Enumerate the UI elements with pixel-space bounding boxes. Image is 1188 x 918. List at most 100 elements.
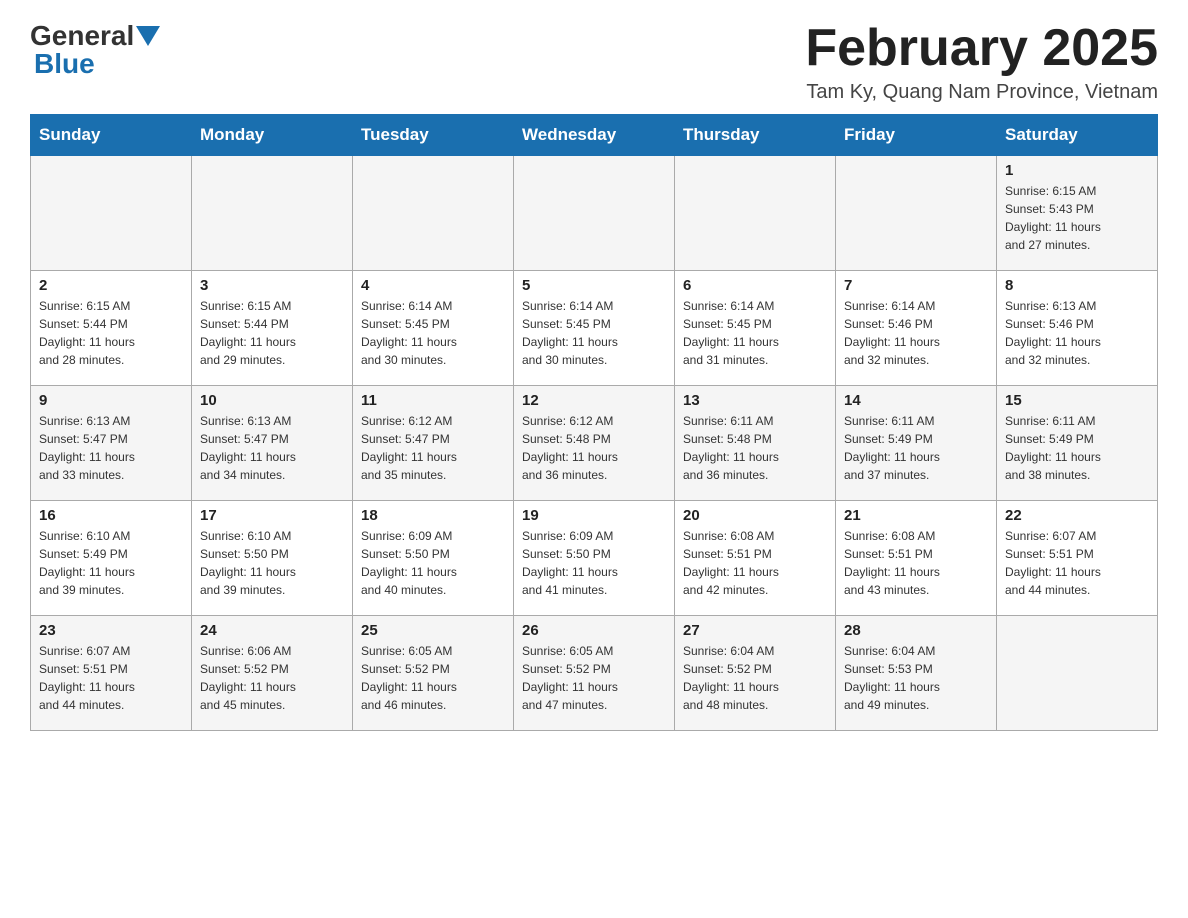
day-number: 12 xyxy=(522,392,666,409)
day-info: Sunrise: 6:13 AM Sunset: 5:46 PM Dayligh… xyxy=(1005,297,1149,369)
calendar-cell xyxy=(514,156,675,271)
day-number: 3 xyxy=(200,277,344,294)
calendar-cell: 27 Sunrise: 6:04 AM Sunset: 5:52 PM Dayli… xyxy=(675,616,836,731)
day-info: Sunrise: 6:07 AM Sunset: 5:51 PM Dayligh… xyxy=(39,642,183,714)
day-info: Sunrise: 6:14 AM Sunset: 5:46 PM Dayligh… xyxy=(844,297,988,369)
calendar-cell: 1 Sunrise: 6:15 AM Sunset: 5:43 PM Daylig… xyxy=(997,156,1158,271)
day-number: 16 xyxy=(39,507,183,524)
day-number: 2 xyxy=(39,277,183,294)
day-info: Sunrise: 6:04 AM Sunset: 5:52 PM Dayligh… xyxy=(683,642,827,714)
day-number: 19 xyxy=(522,507,666,524)
day-info: Sunrise: 6:10 AM Sunset: 5:49 PM Dayligh… xyxy=(39,527,183,599)
day-number: 15 xyxy=(1005,392,1149,409)
calendar-cell: 10 Sunrise: 6:13 AM Sunset: 5:47 PM Dayli… xyxy=(192,386,353,501)
calendar-cell xyxy=(997,616,1158,731)
calendar-header-row: Sunday Monday Tuesday Wednesday Thursday… xyxy=(31,115,1158,156)
calendar-cell: 15 Sunrise: 6:11 AM Sunset: 5:49 PM Dayli… xyxy=(997,386,1158,501)
day-info: Sunrise: 6:15 AM Sunset: 5:44 PM Dayligh… xyxy=(39,297,183,369)
day-info: Sunrise: 6:08 AM Sunset: 5:51 PM Dayligh… xyxy=(844,527,988,599)
day-number: 18 xyxy=(361,507,505,524)
col-wednesday: Wednesday xyxy=(514,115,675,156)
calendar-week-row: 2 Sunrise: 6:15 AM Sunset: 5:44 PM Daylig… xyxy=(31,271,1158,386)
day-info: Sunrise: 6:04 AM Sunset: 5:53 PM Dayligh… xyxy=(844,642,988,714)
day-number: 20 xyxy=(683,507,827,524)
calendar-cell: 6 Sunrise: 6:14 AM Sunset: 5:45 PM Daylig… xyxy=(675,271,836,386)
day-number: 13 xyxy=(683,392,827,409)
day-number: 8 xyxy=(1005,277,1149,294)
calendar-cell: 25 Sunrise: 6:05 AM Sunset: 5:52 PM Dayli… xyxy=(353,616,514,731)
title-block: February 2025 Tam Ky, Quang Nam Province… xyxy=(805,20,1158,104)
logo-triangle-icon xyxy=(136,26,160,46)
day-info: Sunrise: 6:06 AM Sunset: 5:52 PM Dayligh… xyxy=(200,642,344,714)
logo-blue-text: Blue xyxy=(30,48,95,80)
calendar-cell xyxy=(675,156,836,271)
calendar-cell: 22 Sunrise: 6:07 AM Sunset: 5:51 PM Dayli… xyxy=(997,501,1158,616)
day-info: Sunrise: 6:11 AM Sunset: 5:49 PM Dayligh… xyxy=(844,412,988,484)
col-thursday: Thursday xyxy=(675,115,836,156)
calendar-cell: 9 Sunrise: 6:13 AM Sunset: 5:47 PM Daylig… xyxy=(31,386,192,501)
calendar-cell: 24 Sunrise: 6:06 AM Sunset: 5:52 PM Dayli… xyxy=(192,616,353,731)
day-info: Sunrise: 6:05 AM Sunset: 5:52 PM Dayligh… xyxy=(522,642,666,714)
day-info: Sunrise: 6:14 AM Sunset: 5:45 PM Dayligh… xyxy=(683,297,827,369)
calendar-cell xyxy=(31,156,192,271)
day-number: 7 xyxy=(844,277,988,294)
day-info: Sunrise: 6:13 AM Sunset: 5:47 PM Dayligh… xyxy=(200,412,344,484)
calendar-cell: 16 Sunrise: 6:10 AM Sunset: 5:49 PM Dayli… xyxy=(31,501,192,616)
month-title: February 2025 xyxy=(805,20,1158,77)
calendar-week-row: 1 Sunrise: 6:15 AM Sunset: 5:43 PM Daylig… xyxy=(31,156,1158,271)
col-friday: Friday xyxy=(836,115,997,156)
day-info: Sunrise: 6:09 AM Sunset: 5:50 PM Dayligh… xyxy=(361,527,505,599)
calendar-cell: 21 Sunrise: 6:08 AM Sunset: 5:51 PM Dayli… xyxy=(836,501,997,616)
col-tuesday: Tuesday xyxy=(353,115,514,156)
calendar-cell xyxy=(353,156,514,271)
col-monday: Monday xyxy=(192,115,353,156)
calendar-cell: 12 Sunrise: 6:12 AM Sunset: 5:48 PM Dayli… xyxy=(514,386,675,501)
calendar-cell: 3 Sunrise: 6:15 AM Sunset: 5:44 PM Daylig… xyxy=(192,271,353,386)
calendar-cell: 4Sunrise: 6:14 AM Sunset: 5:45 PM Daylig… xyxy=(353,271,514,386)
col-sunday: Sunday xyxy=(31,115,192,156)
day-info: Sunrise: 6:10 AM Sunset: 5:50 PM Dayligh… xyxy=(200,527,344,599)
day-number: 27 xyxy=(683,622,827,639)
day-number: 28 xyxy=(844,622,988,639)
calendar-cell: 20 Sunrise: 6:08 AM Sunset: 5:51 PM Dayli… xyxy=(675,501,836,616)
day-number: 10 xyxy=(200,392,344,409)
day-info: Sunrise: 6:13 AM Sunset: 5:47 PM Dayligh… xyxy=(39,412,183,484)
day-info: Sunrise: 6:15 AM Sunset: 5:44 PM Dayligh… xyxy=(200,297,344,369)
day-info: Sunrise: 6:15 AM Sunset: 5:43 PM Dayligh… xyxy=(1005,182,1149,254)
day-info: Sunrise: 6:08 AM Sunset: 5:51 PM Dayligh… xyxy=(683,527,827,599)
page-header: General Blue February 2025 Tam Ky, Quang… xyxy=(30,20,1158,104)
day-number: 9 xyxy=(39,392,183,409)
day-number: 26 xyxy=(522,622,666,639)
day-info: Sunrise: 6:11 AM Sunset: 5:49 PM Dayligh… xyxy=(1005,412,1149,484)
calendar-cell: 18 Sunrise: 6:09 AM Sunset: 5:50 PM Dayli… xyxy=(353,501,514,616)
calendar-cell: 23 Sunrise: 6:07 AM Sunset: 5:51 PM Dayli… xyxy=(31,616,192,731)
day-number: 4 xyxy=(361,277,505,294)
day-info: Sunrise: 6:12 AM Sunset: 5:47 PM Dayligh… xyxy=(361,412,505,484)
logo: General Blue xyxy=(30,20,162,80)
day-number: 22 xyxy=(1005,507,1149,524)
day-number: 21 xyxy=(844,507,988,524)
calendar-cell: 26 Sunrise: 6:05 AM Sunset: 5:52 PM Dayli… xyxy=(514,616,675,731)
day-number: 6 xyxy=(683,277,827,294)
day-number: 23 xyxy=(39,622,183,639)
day-number: 17 xyxy=(200,507,344,524)
day-info: Sunrise: 6:07 AM Sunset: 5:51 PM Dayligh… xyxy=(1005,527,1149,599)
day-number: 24 xyxy=(200,622,344,639)
day-number: 14 xyxy=(844,392,988,409)
day-info: Sunrise: 6:12 AM Sunset: 5:48 PM Dayligh… xyxy=(522,412,666,484)
calendar-cell: 13 Sunrise: 6:11 AM Sunset: 5:48 PM Dayli… xyxy=(675,386,836,501)
day-number: 5 xyxy=(522,277,666,294)
location-text: Tam Ky, Quang Nam Province, Vietnam xyxy=(805,81,1158,104)
col-saturday: Saturday xyxy=(997,115,1158,156)
calendar-cell xyxy=(836,156,997,271)
day-number: 25 xyxy=(361,622,505,639)
calendar-cell: 5Sunrise: 6:14 AM Sunset: 5:45 PM Daylig… xyxy=(514,271,675,386)
calendar-cell: 19Sunrise: 6:09 AM Sunset: 5:50 PM Dayli… xyxy=(514,501,675,616)
day-number: 11 xyxy=(361,392,505,409)
day-info: Sunrise: 6:11 AM Sunset: 5:48 PM Dayligh… xyxy=(683,412,827,484)
day-number: 1 xyxy=(1005,162,1149,179)
day-info: Sunrise: 6:05 AM Sunset: 5:52 PM Dayligh… xyxy=(361,642,505,714)
calendar-cell: 7 Sunrise: 6:14 AM Sunset: 5:46 PM Daylig… xyxy=(836,271,997,386)
calendar-cell: 2 Sunrise: 6:15 AM Sunset: 5:44 PM Daylig… xyxy=(31,271,192,386)
calendar-cell: 11 Sunrise: 6:12 AM Sunset: 5:47 PM Dayli… xyxy=(353,386,514,501)
